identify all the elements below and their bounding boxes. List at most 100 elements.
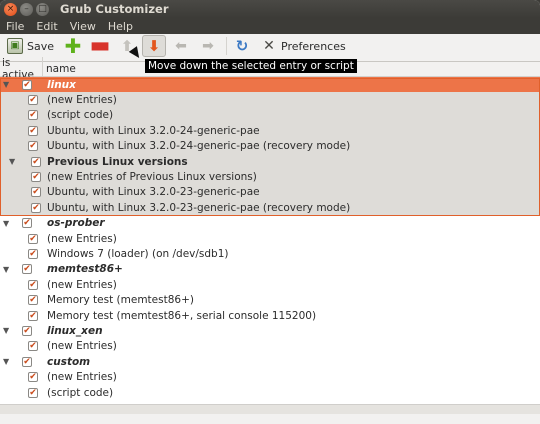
active-checkbox[interactable]: ✔ [28, 141, 38, 152]
active-checkbox[interactable]: ✔ [28, 279, 38, 290]
entry-name: Previous Linux versions [47, 155, 188, 168]
active-checkbox[interactable]: ✔ [22, 325, 32, 336]
move-right-button[interactable]: ➡ [196, 35, 220, 57]
add-entry-button[interactable]: ✚ [61, 35, 85, 57]
reload-icon: ↻ [235, 36, 249, 55]
active-checkbox[interactable]: ✔ [28, 341, 38, 352]
entry-name: Windows 7 (loader) (on /dev/sdb1) [47, 247, 229, 260]
tree-row-entry[interactable]: ✔ Memory test (memtest86+, serial console… [0, 308, 540, 323]
active-checkbox[interactable]: ✔ [22, 218, 32, 229]
entry-name: (new Entries) [47, 278, 117, 291]
horizontal-scrollbar[interactable] [0, 404, 540, 414]
active-checkbox[interactable]: ✔ [31, 156, 41, 167]
expander-triangle-icon[interactable]: ▼ [3, 326, 11, 335]
tree-row-entry[interactable]: ✔ Ubuntu, with Linux 3.2.0-24-generic-pae… [0, 138, 540, 154]
entry-name: os-prober [47, 217, 105, 230]
close-window-icon[interactable]: × [4, 2, 17, 16]
expander-triangle-icon[interactable]: ▼ [3, 219, 11, 228]
wrench-screwdriver-icon: ✕ [263, 38, 275, 54]
remove-entry-button[interactable]: ▬ [88, 35, 112, 57]
entry-name: (new Entries) [47, 94, 117, 107]
entry-name: (new Entries) [47, 232, 117, 245]
minimize-window-icon[interactable]: – [20, 2, 33, 16]
entry-name: (script code) [47, 109, 114, 122]
tree-row-script[interactable]: ▼ ✔ os-prober [0, 216, 540, 231]
entry-name: (new Entries of Previous Linux versions) [47, 171, 257, 184]
active-checkbox[interactable]: ✔ [22, 264, 32, 275]
save-button-label: Save [27, 39, 55, 53]
menu-view[interactable]: View [70, 20, 96, 33]
tree-row-script[interactable]: ▼ ✔ linux_xen [0, 323, 540, 338]
toolbar: ▣ Save ✚ ▬ ⬆ ⬇ ⬅ ➡ ↻ ✕ Preferences [0, 34, 540, 58]
arrow-right-icon: ➡ [202, 38, 214, 54]
entry-name: Ubuntu, with Linux 3.2.0-23-generic-pae [47, 186, 260, 199]
active-checkbox[interactable]: ✔ [31, 172, 41, 183]
menu-file[interactable]: File [6, 20, 24, 33]
app-window: × – □ Grub Customizer File Edit View Hel… [0, 0, 540, 424]
preferences-button-label: Preferences [281, 39, 346, 53]
active-checkbox[interactable]: ✔ [28, 125, 38, 136]
active-checkbox[interactable]: ✔ [28, 310, 38, 321]
expander-triangle-icon[interactable]: ▼ [9, 157, 17, 166]
tree-row-entry[interactable]: ✔ Ubuntu, with Linux 3.2.0-24-generic-pae [0, 123, 540, 139]
entry-name: Ubuntu, with Linux 3.2.0-24-generic-pae [47, 124, 260, 137]
entry-name: Memory test (memtest86+) [47, 294, 194, 307]
active-checkbox[interactable]: ✔ [31, 202, 41, 213]
expander-triangle-icon[interactable]: ▼ [3, 357, 11, 366]
tree-row-entry[interactable]: ✔ Windows 7 (loader) (on /dev/sdb1) [0, 246, 540, 261]
active-checkbox[interactable]: ✔ [28, 372, 38, 383]
tree-row-entry[interactable]: ✔ (script code) [0, 385, 540, 400]
active-checkbox[interactable]: ✔ [28, 295, 38, 306]
entry-name: Memory test (memtest86+, serial console … [47, 309, 317, 322]
tree-row-entry[interactable]: ✔ (new Entries) [0, 339, 540, 354]
window-title: Grub Customizer [60, 2, 169, 16]
move-down-button[interactable]: ⬇ [142, 35, 167, 57]
entry-name: (new Entries) [47, 371, 117, 384]
column-header-name[interactable]: name [43, 63, 76, 75]
entry-name: Ubuntu, with Linux 3.2.0-24-generic-pae … [47, 140, 351, 153]
plus-icon: ✚ [64, 34, 82, 58]
tree-row-script[interactable]: ▼ ✔ memtest86+ [0, 262, 540, 277]
tree-row-script[interactable]: ▼ ✔ linux [0, 77, 540, 93]
entry-name: (script code) [47, 386, 114, 399]
tree-row-entry[interactable]: ✔ (script code) [0, 107, 540, 124]
reload-button[interactable]: ↻ [230, 35, 254, 57]
tree-row-entry[interactable]: ✔ (new Entries) [0, 92, 540, 108]
expander-triangle-icon[interactable]: ▼ [3, 80, 11, 89]
expander-triangle-icon[interactable]: ▼ [3, 265, 11, 274]
active-checkbox[interactable]: ✔ [28, 95, 38, 106]
tree-row-entry[interactable]: ✔ (new Entries) [0, 231, 540, 246]
active-checkbox[interactable]: ✔ [28, 110, 38, 121]
minus-icon: ▬ [89, 33, 111, 58]
tree-row-entry[interactable]: ✔ Memory test (memtest86+) [0, 292, 540, 307]
menu-edit[interactable]: Edit [36, 20, 57, 33]
maximize-window-icon[interactable]: □ [36, 2, 49, 16]
active-checkbox[interactable]: ✔ [28, 248, 38, 259]
tree-row-entry[interactable]: ✔ Ubuntu, with Linux 3.2.0-23-generic-pae [0, 184, 540, 201]
tree-row-entry[interactable]: ✔ (new Entries) [0, 277, 540, 292]
entry-name: (new Entries) [47, 340, 117, 353]
entry-name: Ubuntu, with Linux 3.2.0-23-generic-pae … [47, 201, 351, 214]
tree-rows: ▼ ✔ linux ✔ (new Entries) ✔ (script code) ✔ Ubun… [0, 77, 540, 400]
arrow-down-icon: ⬇ [147, 36, 161, 55]
active-checkbox[interactable]: ✔ [31, 187, 41, 198]
preferences-button[interactable]: ✕ Preferences [257, 35, 350, 57]
titlebar: × – □ Grub Customizer [0, 0, 540, 18]
save-button[interactable]: ▣ Save [3, 35, 58, 57]
tree-row-script[interactable]: ▼ ✔ custom [0, 354, 540, 369]
active-checkbox[interactable]: ✔ [22, 79, 32, 90]
active-checkbox[interactable]: ✔ [22, 356, 32, 367]
tree-row-entry[interactable]: ✔ (new Entries of Previous Linux versions… [0, 169, 540, 185]
move-left-button[interactable]: ⬅ [169, 35, 193, 57]
entry-name: custom [47, 355, 91, 368]
tree-row-entry[interactable]: ✔ Ubuntu, with Linux 3.2.0-23-generic-pae… [0, 200, 540, 216]
entry-tree[interactable]: is active name ▼ ✔ linux ✔ (new Entries) ✔ (sc… [0, 57, 540, 414]
tooltip: Move down the selected entry or script [145, 59, 357, 73]
tree-row-entry[interactable]: ✔ (new Entries) [0, 369, 540, 384]
active-checkbox[interactable]: ✔ [28, 233, 38, 244]
tree-row-entry[interactable]: ▼ ✔ Previous Linux versions [0, 153, 540, 170]
disk-icon: ▣ [7, 38, 23, 54]
active-checkbox[interactable]: ✔ [28, 387, 38, 398]
menu-help[interactable]: Help [108, 20, 133, 33]
arrow-left-icon: ⬅ [175, 38, 187, 54]
